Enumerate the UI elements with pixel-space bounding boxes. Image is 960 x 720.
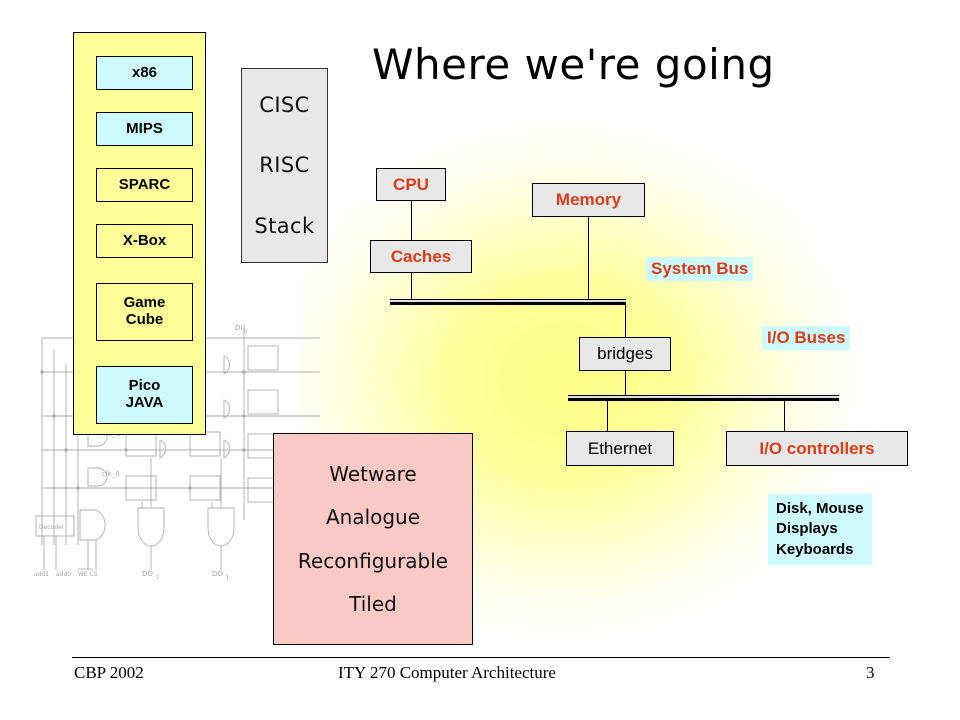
chip-label: x86 — [131, 63, 158, 81]
chip-label-line1: Game — [123, 294, 166, 312]
wire-memory-to-sysbus — [588, 217, 589, 303]
svg-text:0: 0 — [244, 329, 247, 335]
future-item-tiled: Tiled — [349, 592, 397, 617]
chip-label-line2: JAVA — [125, 394, 164, 411]
watermark-label-do1: DO — [212, 570, 223, 578]
slide-canvas: DI 0 clk_1 clk_0 Decoder add1 add0 WE CS… — [0, 0, 960, 720]
footer-page-number: 3 — [866, 663, 875, 682]
label-text: System Bus — [651, 259, 749, 278]
watermark-label-do2: DO — [142, 570, 153, 578]
block-bridges[interactable]: bridges — [579, 337, 671, 371]
isa-item-stack: Stack — [254, 213, 315, 238]
peripheral-line-1: Disk, Mouse — [776, 500, 864, 517]
block-caches[interactable]: Caches — [370, 240, 472, 273]
future-item-wetware: Wetware — [329, 461, 417, 486]
svg-text:1: 1 — [226, 575, 229, 580]
isa-styles-panel: CISC RISC Stack — [241, 68, 328, 263]
system-bus-line — [390, 299, 626, 305]
isa-item-cisc: CISC — [259, 93, 310, 118]
chip-label: MIPS — [126, 119, 163, 137]
watermark-label-add1: add1 — [34, 571, 49, 578]
chip-label-line2: Cube — [125, 311, 164, 328]
chip-label-line1: Pico — [128, 377, 161, 395]
label-system-bus: System Bus — [646, 257, 754, 281]
chip-xbox[interactable]: X-Box — [96, 224, 193, 258]
chip-sparc[interactable]: SPARC — [96, 168, 193, 202]
wire-iobus-to-io-controllers — [784, 400, 785, 433]
isa-item-risc: RISC — [259, 153, 310, 178]
footer-center-text: ITY 270 Computer Architecture — [338, 663, 556, 682]
chip-x86[interactable]: x86 — [96, 56, 193, 90]
wire-sysbus-to-bridges — [625, 302, 626, 337]
watermark-label-we-cs: WE CS — [78, 571, 98, 578]
future-directions-panel: Wetware Analogue Reconfigurable Tiled — [273, 433, 473, 645]
block-label: I/O controllers — [759, 438, 875, 458]
svg-text:2: 2 — [156, 575, 159, 580]
block-label: CPU — [393, 174, 429, 194]
block-ethernet[interactable]: Ethernet — [566, 431, 674, 466]
page-title: Where we're going — [372, 40, 775, 89]
wire-cpu-to-caches — [411, 200, 412, 241]
chip-game-cube[interactable]: Game Cube — [96, 283, 193, 341]
future-item-analogue: Analogue — [325, 505, 421, 530]
peripheral-line-2: Displays — [776, 520, 838, 538]
footer-left-text: CBP 2002 — [74, 663, 144, 682]
footer-divider — [72, 657, 890, 658]
peripherals-list: Disk, Mouse Displays Keyboards — [768, 494, 872, 565]
chip-label: SPARC — [118, 175, 171, 193]
wire-iobus-to-ethernet — [607, 400, 608, 431]
peripheral-line-3: Keyboards — [776, 540, 854, 558]
block-label: Ethernet — [587, 438, 653, 458]
chip-pico-java[interactable]: Pico JAVA — [96, 366, 193, 424]
block-label: Caches — [390, 246, 452, 266]
future-item-reconfigurable: Reconfigurable — [297, 548, 449, 573]
label-io-buses: I/O Buses — [762, 326, 851, 350]
chip-mips[interactable]: MIPS — [96, 112, 193, 146]
chip-label: X-Box — [122, 231, 167, 249]
watermark-label-di0: DI — [235, 324, 242, 332]
watermark-label-add0: add0 — [56, 571, 71, 578]
io-bus-line — [568, 395, 839, 401]
block-memory[interactable]: Memory — [532, 183, 645, 217]
block-cpu[interactable]: CPU — [376, 168, 446, 201]
block-label: bridges — [597, 344, 653, 363]
block-io-controllers[interactable]: I/O controllers — [726, 431, 908, 466]
label-text: I/O Buses — [767, 328, 846, 347]
watermark-label-clk0: clk_0 — [102, 470, 120, 478]
watermark-label-decoder: Decoder — [39, 524, 65, 531]
block-label: Memory — [555, 190, 622, 209]
